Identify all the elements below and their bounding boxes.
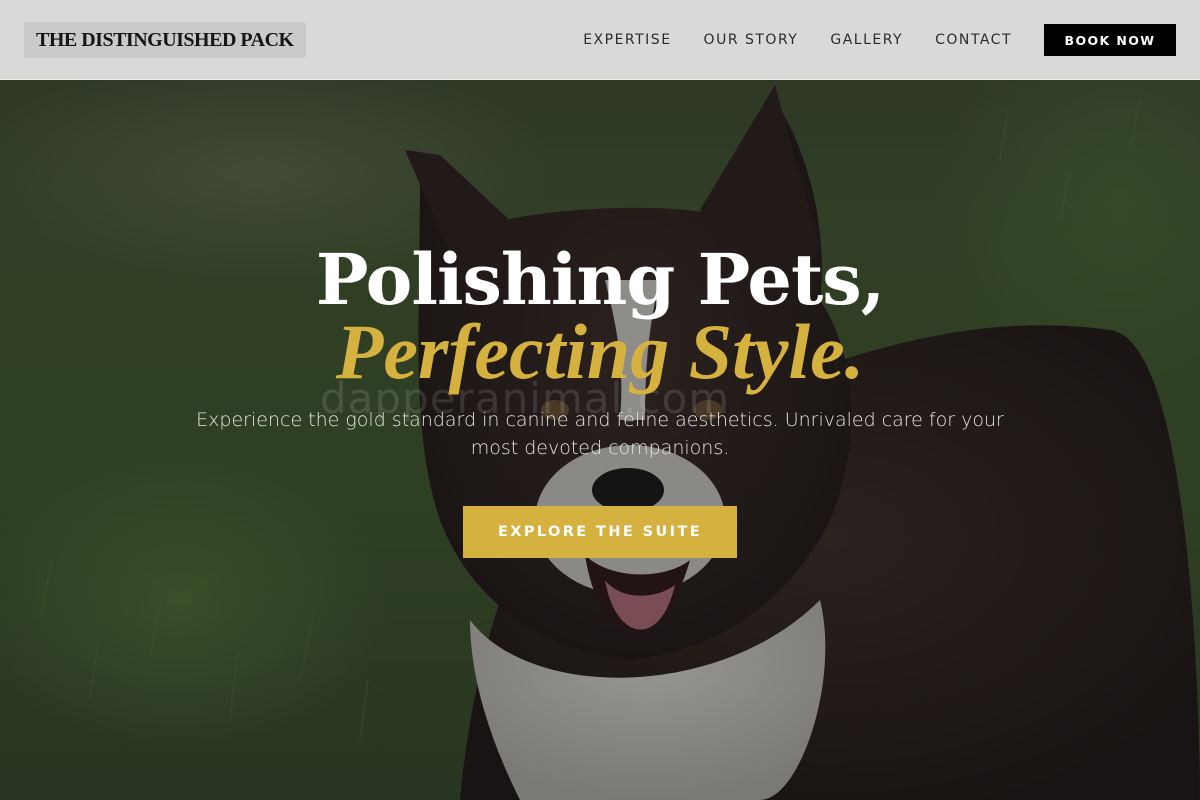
nav-link-contact[interactable]: CONTACT	[935, 32, 1012, 48]
nav-link-our-story[interactable]: OUR STORY	[704, 32, 799, 48]
hero-subtext: Experience the gold standard in canine a…	[196, 409, 1004, 459]
hero-headline-line2: Perfecting Style.	[335, 308, 865, 395]
nav-link-gallery[interactable]: GALLERY	[830, 32, 903, 48]
explore-suite-button[interactable]: EXPLORE THE SUITE	[463, 506, 737, 558]
book-now-button[interactable]: BOOK NOW	[1044, 24, 1176, 56]
hero-content: Polishing Pets, Perfecting Style. Experi…	[0, 240, 1200, 462]
nav-link-expertise[interactable]: EXPERTISE	[583, 32, 671, 48]
site-header: THE DISTINGUISHED PACK EXPERTISE OUR STO…	[0, 0, 1200, 80]
main-nav: EXPERTISE OUR STORY GALLERY CONTACT	[583, 0, 1012, 80]
site-logo[interactable]: THE DISTINGUISHED PACK	[24, 22, 306, 58]
